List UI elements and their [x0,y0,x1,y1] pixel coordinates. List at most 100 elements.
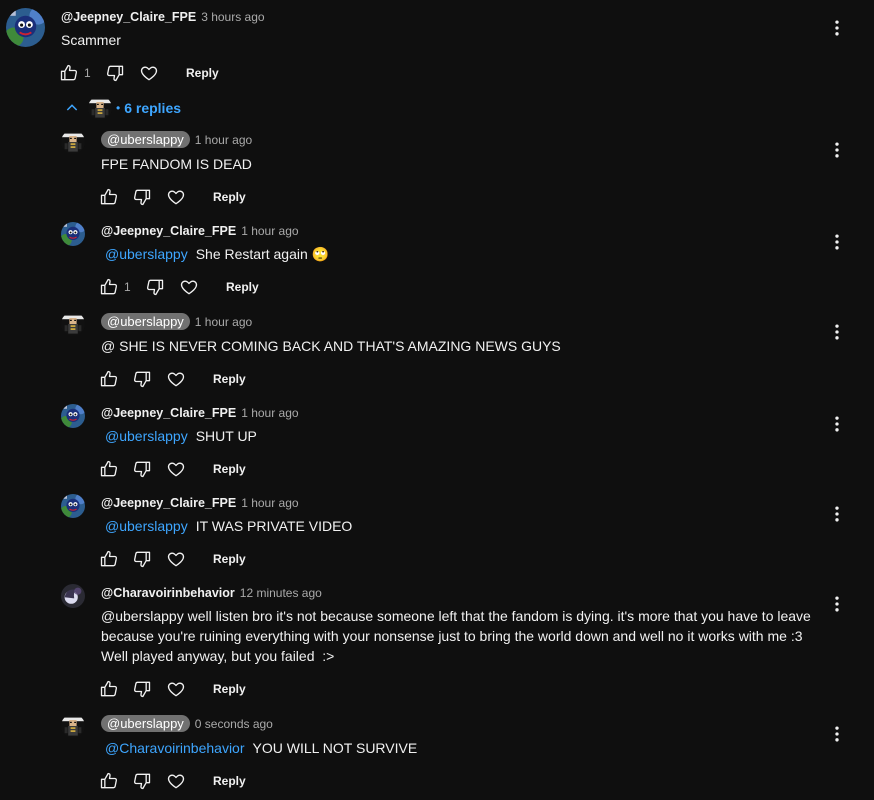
more-vert-icon[interactable] [827,412,847,436]
timestamp[interactable]: 3 hours ago [201,10,264,24]
heart-icon[interactable] [165,548,187,570]
comment-header: @Jeepney_Claire_FPE 1 hour ago [101,406,299,420]
avatar[interactable] [61,130,85,154]
replies-count: 6 replies [124,100,182,116]
comment-text: @Charavoirinbehavior YOU WILL NOT SURVIVE [105,738,417,758]
thumbs-up-icon[interactable] [58,62,80,84]
replies-toggle[interactable]: • 6 replies [64,96,181,120]
avatar[interactable] [61,404,85,428]
mention-link[interactable]: @uberslappy [105,518,188,534]
comment-header: @uberslappy 1 hour ago [101,313,252,330]
reply-text: IT WAS PRIVATE VIDEO [195,518,353,534]
avatar[interactable] [61,714,85,738]
author-name[interactable]: @uberslappy [101,313,190,330]
comment-actions: Reply [98,185,246,209]
author-name[interactable]: @uberslappy [101,131,190,148]
author-name[interactable]: @Jeepney_Claire_FPE [101,496,236,510]
author-name[interactable]: @Jeepney_Claire_FPE [101,224,236,238]
timestamp[interactable]: 1 hour ago [195,133,252,147]
timestamp[interactable]: 0 seconds ago [195,717,273,731]
thumbs-up-icon[interactable] [98,678,120,700]
more-vert-icon[interactable] [827,16,847,40]
comment-text: @ SHE IS NEVER COMING BACK AND THAT'S AM… [101,338,561,354]
like-count: 1 [84,66,91,80]
thumbs-up-icon[interactable] [98,458,120,480]
comment-text: @uberslappy well listen bro it's not bec… [101,606,821,666]
comment-text: @uberslappy SHUT UP [105,426,257,446]
reply-text: SHUT UP [195,428,257,444]
comment-header: @uberslappy 1 hour ago [101,131,252,148]
heart-icon[interactable] [165,770,187,792]
reply-text: YOU WILL NOT SURVIVE [252,740,418,756]
comment-actions: Reply [98,677,246,701]
comment-text: @uberslappy IT WAS PRIVATE VIDEO [105,516,352,536]
thumbs-down-icon[interactable] [131,458,153,480]
thumbs-down-icon[interactable] [131,186,153,208]
mention-link[interactable]: @uberslappy [105,428,188,444]
timestamp[interactable]: 1 hour ago [241,406,298,420]
thumbs-down-icon[interactable] [131,548,153,570]
thumbs-down-icon[interactable] [104,62,126,84]
thumbs-down-icon[interactable] [131,678,153,700]
reply-button[interactable]: Reply [213,372,246,386]
reply-button[interactable]: Reply [213,682,246,696]
emoji-eye-roll: 🙄 [311,246,330,262]
comment-line: Well played anyway, but you failed :> [101,648,335,664]
avatar-image [6,8,45,47]
comment-header: @Jeepney_Claire_FPE 1 hour ago [101,224,299,238]
heart-icon[interactable] [178,276,200,298]
comment-actions: Reply [98,547,246,571]
reply-button[interactable]: Reply [213,552,246,566]
avatar[interactable] [6,8,45,47]
heart-icon[interactable] [165,458,187,480]
more-vert-icon[interactable] [827,502,847,526]
mention-link[interactable]: @uberslappy [105,246,188,262]
heart-icon[interactable] [165,186,187,208]
avatar[interactable] [61,222,85,246]
thumbs-up-icon[interactable] [98,770,120,792]
thumbs-up-icon[interactable] [98,368,120,390]
thumbs-up-icon[interactable] [98,186,120,208]
author-name[interactable]: @Jeepney_Claire_FPE [101,406,236,420]
thumbs-down-icon[interactable] [131,368,153,390]
comment-text: @uberslappy She Restart again 🙄 [105,244,329,264]
avatar[interactable] [61,312,85,336]
comment-actions: Reply [98,367,246,391]
comment-header: @Jeepney_Claire_FPE 3 hours ago [61,10,265,24]
comment-header: @Jeepney_Claire_FPE 1 hour ago [101,496,299,510]
timestamp[interactable]: 12 minutes ago [240,586,322,600]
author-name[interactable]: @uberslappy [101,715,190,732]
comment-actions: Reply [98,769,246,793]
more-vert-icon[interactable] [827,320,847,344]
reply-text: She Restart again [195,246,308,262]
like-count: 1 [124,280,131,294]
heart-icon[interactable] [165,678,187,700]
reply-button[interactable]: Reply [213,462,246,476]
heart-icon[interactable] [138,62,160,84]
avatar[interactable] [61,584,85,608]
comment-header: @uberslappy 0 seconds ago [101,715,273,732]
thumbs-up-icon[interactable] [98,276,120,298]
reply-button[interactable]: Reply [186,66,219,80]
timestamp[interactable]: 1 hour ago [195,315,252,329]
thumbs-up-icon[interactable] [98,548,120,570]
author-name[interactable]: @Charavoirinbehavior [101,586,235,600]
bullet-dot: • [116,101,121,115]
thumbs-down-icon[interactable] [131,770,153,792]
heart-icon[interactable] [165,368,187,390]
author-name[interactable]: @Jeepney_Claire_FPE [61,10,196,24]
thumbs-down-icon[interactable] [144,276,166,298]
reply-button[interactable]: Reply [226,280,259,294]
more-vert-icon[interactable] [827,138,847,162]
reply-button[interactable]: Reply [213,774,246,788]
comment-actions: 1 Reply [98,275,259,299]
mention-link[interactable]: @Charavoirinbehavior [105,740,245,756]
more-vert-icon[interactable] [827,722,847,746]
comment-text: Scammer [61,32,121,48]
timestamp[interactable]: 1 hour ago [241,224,298,238]
more-vert-icon[interactable] [827,230,847,254]
more-vert-icon[interactable] [827,592,847,616]
timestamp[interactable]: 1 hour ago [241,496,298,510]
reply-button[interactable]: Reply [213,190,246,204]
avatar[interactable] [61,494,85,518]
